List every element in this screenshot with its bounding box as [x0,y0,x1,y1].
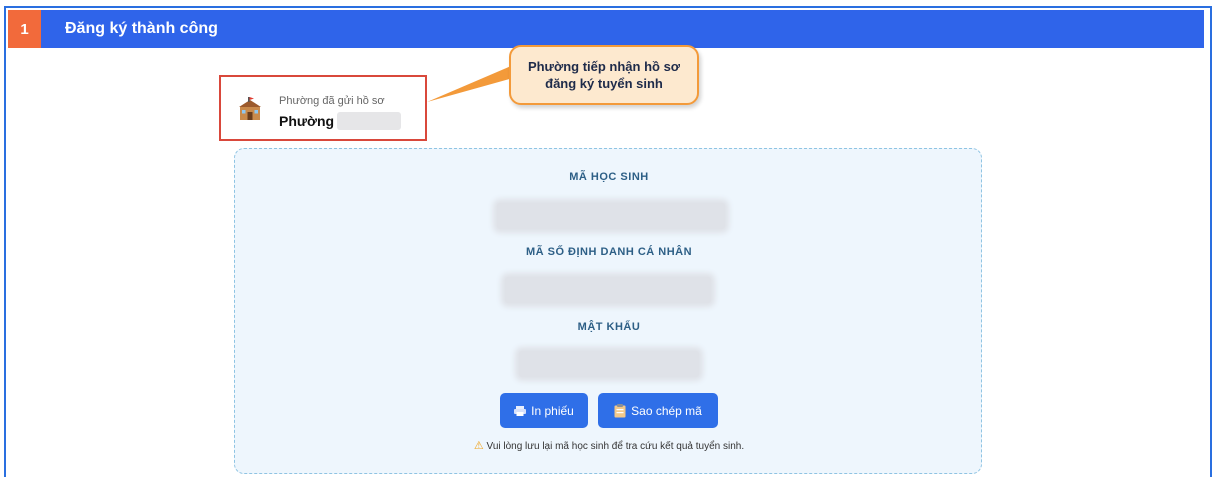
notice-text: Vui lòng lưu lại mã học sinh để tra cứu … [486,441,745,452]
step-number: 1 [8,10,41,48]
ward-name-redacted [337,112,401,130]
ward-info-box: Phường đã gửi hồ sơ Phường [219,75,427,141]
section-title: Đăng ký thành công [65,20,218,37]
ward-caption: Phường đã gửi hồ sơ [279,95,385,107]
password-value-redacted [519,351,699,377]
print-button[interactable]: In phiếu [500,393,588,428]
school-building-icon [239,97,261,120]
credentials-panel: MÃ HỌC SINH MÃ SỐ ĐỊNH DANH CÁ NHÂN MẬT … [234,148,982,474]
password-label: MẬT KHẨU [577,321,641,333]
save-code-notice: ⚠ Vui lòng lưu lại mã học sinh để tra cứ… [235,439,983,452]
section-header: 1 Đăng ký thành công [8,10,1204,48]
copy-button-label: Sao chép mã [631,403,702,418]
warning-icon: ⚠ [473,440,484,452]
ward-name: Phường [279,113,335,129]
annotation-callout: Phường tiếp nhận hồ sơ đăng ký tuyển sin… [509,45,699,105]
copy-code-button[interactable]: Sao chép mã [598,393,718,428]
personal-id-label: MÃ SỐ ĐỊNH DANH CÁ NHÂN [525,246,693,258]
clipboard-icon [614,403,626,417]
callout-text: Phường tiếp nhận hồ sơ đăng ký tuyển sin… [527,59,681,91]
printer-icon [514,405,527,416]
personal-id-value-redacted [505,277,711,303]
student-code-label: MÃ HỌC SINH [569,171,649,183]
student-code-value-redacted [497,203,725,229]
print-button-label: In phiếu [531,403,574,418]
